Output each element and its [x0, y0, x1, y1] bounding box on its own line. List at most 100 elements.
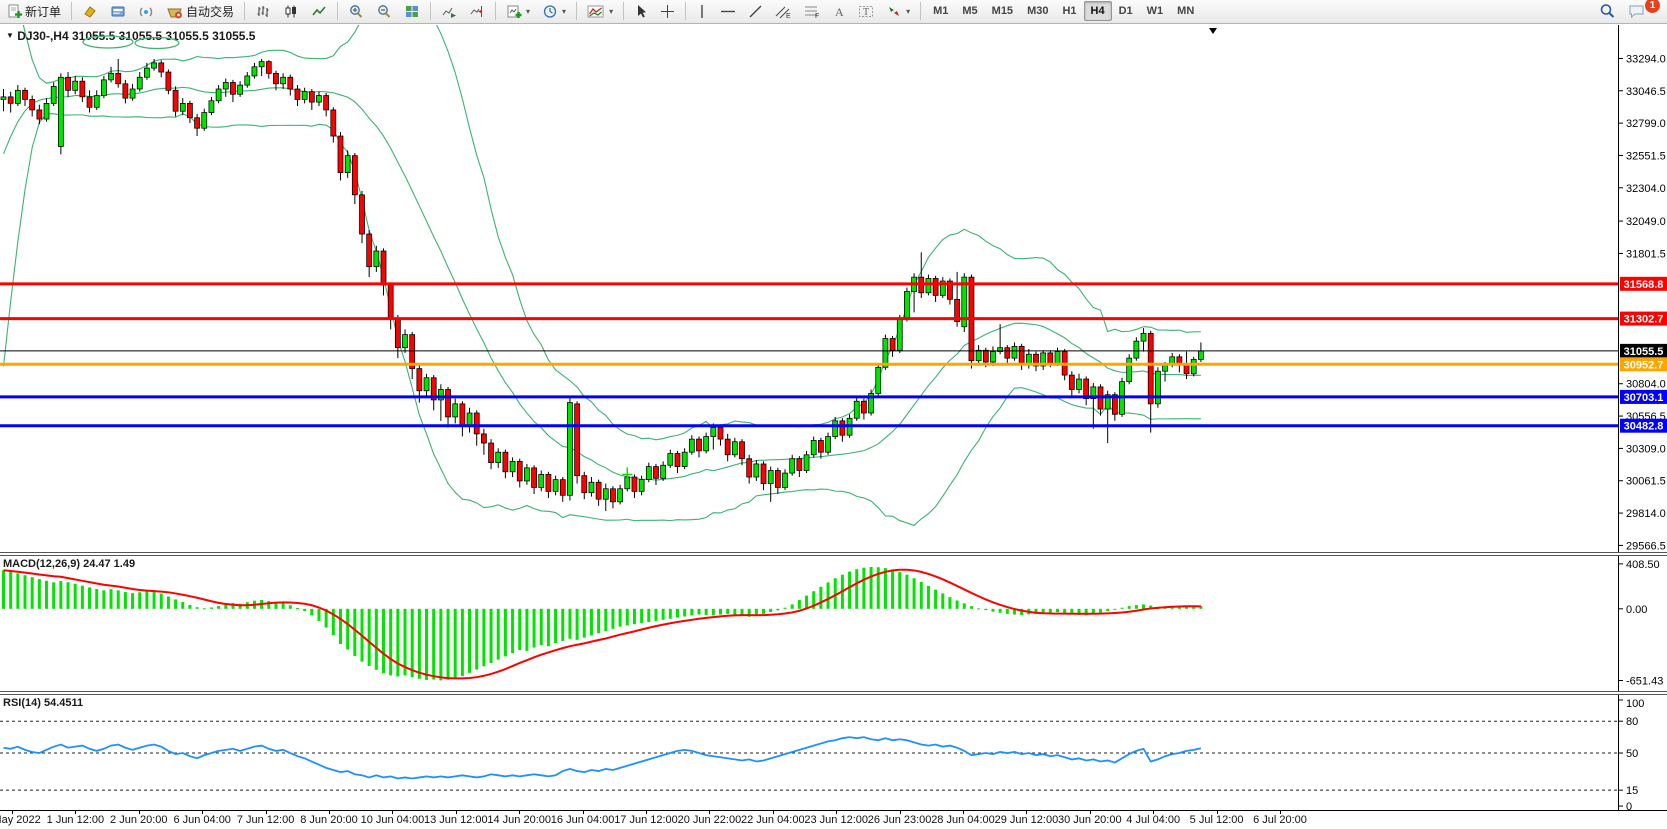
svg-text:30482.8: 30482.8 [1624, 421, 1664, 433]
timeframe-M30[interactable]: M30 [1020, 1, 1055, 21]
tile-windows-icon [404, 4, 420, 19]
timeframe-M15[interactable]: M15 [985, 1, 1020, 21]
time-label: 8 Jun 20:00 [300, 814, 358, 826]
separator [495, 2, 497, 20]
time-label: 26 Jun 23:00 [867, 814, 932, 826]
svg-text:32304.0: 32304.0 [1626, 183, 1666, 195]
separator [71, 2, 73, 20]
dropdown-caret: ▾ [609, 6, 614, 16]
rsi-levels [0, 720, 1618, 791]
time-label: 7 Jun 12:00 [236, 814, 295, 826]
auto-trading-button[interactable]: 自动交易 [161, 1, 239, 21]
tile-windows-button[interactable] [399, 1, 425, 21]
timeframe-D1[interactable]: D1 [1112, 1, 1140, 21]
indicators-dropdown[interactable]: ▾ [582, 1, 618, 21]
market-watch-button[interactable] [77, 1, 103, 21]
timeframe-M5[interactable]: M5 [955, 1, 984, 21]
auto-trading-label: 自动交易 [186, 4, 235, 19]
text-label-button[interactable]: T [853, 1, 879, 21]
separator [576, 2, 578, 20]
crosshair-button[interactable] [655, 1, 680, 21]
candlestick-chart-button[interactable] [278, 1, 304, 21]
dropdown-caret: ▾ [906, 6, 911, 16]
separator [623, 2, 625, 20]
vertical-line-icon [696, 4, 708, 19]
vertical-line-button[interactable] [691, 1, 713, 21]
new-order-button[interactable]: 新订单 [2, 1, 66, 21]
svg-text:80: 80 [1626, 716, 1638, 728]
svg-text:A: A [835, 5, 844, 19]
panel-splitter[interactable] [0, 691, 1667, 695]
cursor-button[interactable] [629, 1, 653, 21]
search-button[interactable] [1594, 1, 1621, 21]
equidistant-channel-button[interactable]: E [770, 1, 797, 21]
new-chart-icon [506, 4, 522, 19]
time-label: 29 Jun 12:00 [994, 814, 1059, 826]
time-label: 4 Jul 04:00 [1126, 814, 1181, 826]
dropdown-caret: ▾ [526, 6, 531, 16]
fibonacci-button[interactable]: F [799, 1, 826, 21]
panel-splitter[interactable] [0, 552, 1667, 556]
chart-symbol-period: DJ30-,H4 [17, 29, 69, 43]
svg-text:31568.8: 31568.8 [1624, 279, 1664, 291]
svg-text:31055.5: 31055.5 [1624, 346, 1664, 358]
terminal-button[interactable] [133, 1, 159, 21]
time-label: 17 Jun 12:00 [614, 814, 678, 826]
zoom-out-button[interactable] [371, 1, 397, 21]
svg-text:29814.0: 29814.0 [1626, 508, 1666, 520]
svg-text:31801.5: 31801.5 [1626, 248, 1666, 260]
svg-text:E: E [786, 13, 791, 19]
search-icon [1599, 3, 1616, 19]
navigator-button[interactable] [105, 1, 131, 21]
zoom-in-button[interactable] [343, 1, 369, 21]
time-axis[interactable]: 1 May 2022 1 Jun 12:00 2 Jun 20:00 6 Jun 04… [0, 811, 1667, 829]
macd-ticks: 408.50 0.00 -651.43 [1618, 559, 1663, 687]
chart-title: ▼ DJ30-,H4 31055.5 31055.5 31055.5 31055… [6, 29, 255, 43]
timeframe-M1[interactable]: M1 [926, 1, 955, 21]
timeframe-H1[interactable]: H1 [1055, 1, 1083, 21]
symbol-triangle-icon: ▼ [6, 31, 14, 40]
chart-shift-marker[interactable] [1209, 28, 1217, 34]
horizontal-line-button[interactable] [715, 1, 741, 21]
separator [337, 2, 339, 20]
bar-chart-icon [255, 4, 271, 19]
macd-panel[interactable]: 408.50 0.00 -651.43 [0, 556, 1667, 691]
new-order-label: 新订单 [25, 4, 62, 19]
new-chart-dropdown[interactable]: ▾ [501, 1, 535, 21]
bar-chart-button[interactable] [250, 1, 276, 21]
timeframe-W1[interactable]: W1 [1140, 1, 1171, 21]
line-chart-button[interactable] [306, 1, 332, 21]
navigator-icon [110, 4, 126, 19]
macd-label: MACD(12,26,9) 24.47 1.49 [3, 558, 136, 570]
chat-button[interactable]: 1 [1623, 0, 1660, 21]
period-dropdown[interactable]: ▾ [537, 1, 571, 21]
time-label: 6 Jun 04:00 [173, 814, 231, 826]
svg-text:30804.0: 30804.0 [1626, 379, 1666, 391]
svg-text:30703.1: 30703.1 [1624, 392, 1664, 404]
time-label: 20 Jun 22:00 [677, 814, 742, 826]
rsi-ticks: 100 80 50 15 0 [1618, 698, 1644, 810]
timeframe-MN[interactable]: MN [1170, 1, 1201, 21]
auto-scroll-button[interactable] [436, 1, 462, 21]
chart-shift-button[interactable] [464, 1, 490, 21]
rsi-line [3, 736, 1202, 780]
svg-text:32049.0: 32049.0 [1626, 216, 1666, 228]
trendline-button[interactable] [743, 1, 768, 21]
chat-icon [1628, 3, 1646, 19]
timeframe-H4[interactable]: H4 [1083, 1, 1112, 21]
text-button[interactable]: A [828, 1, 851, 21]
candlestick-chart-icon [283, 4, 299, 19]
main-price-chart[interactable]: 33294.0 33046.5 32799.0 32551.5 32304.0 32049… [0, 25, 1667, 552]
separator [685, 2, 687, 20]
svg-text:29566.5: 29566.5 [1626, 540, 1666, 552]
svg-text:100: 100 [1626, 698, 1644, 710]
svg-text:0.00: 0.00 [1626, 604, 1647, 616]
arrows-dropdown[interactable]: ▾ [881, 1, 915, 21]
time-label: 1 Jun 12:00 [46, 814, 105, 826]
rsi-panel[interactable]: 100 80 50 15 0 [0, 695, 1667, 810]
price-ticks: 33294.0 33046.5 32799.0 32551.5 32304.0 32049… [1618, 53, 1666, 552]
svg-text:-651.43: -651.43 [1626, 675, 1663, 687]
svg-text:15: 15 [1626, 785, 1638, 797]
svg-text:32551.5: 32551.5 [1626, 150, 1666, 162]
time-label: 30 Jun 20:00 [1057, 814, 1122, 826]
